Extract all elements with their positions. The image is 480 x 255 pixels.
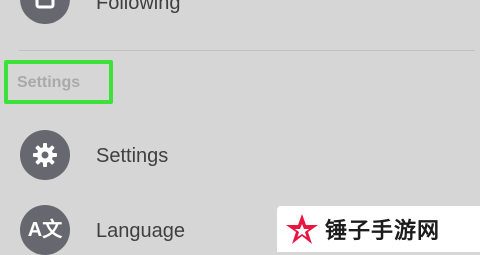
watermark-text: 锤子手游网 (325, 218, 441, 243)
section-divider (19, 50, 475, 51)
settings-icon-circle (20, 130, 70, 180)
menu-item-settings-label: Settings (96, 145, 169, 167)
star-logo-icon (286, 214, 318, 244)
gear-icon (33, 143, 57, 167)
watermark-badge: 锤子手游网 (277, 206, 480, 252)
section-header-settings: Settings (17, 74, 81, 91)
menu-item-language-label: Language (96, 220, 185, 242)
menu-item-following[interactable]: Following (0, 0, 480, 40)
square-outline-icon (35, 0, 55, 9)
translate-icon: A文 (27, 219, 63, 241)
menu-item-settings[interactable]: Settings (0, 125, 480, 185)
menu-item-following-label: Following (96, 0, 181, 14)
following-icon-circle (20, 0, 70, 24)
language-icon-circle: A文 (20, 205, 70, 255)
